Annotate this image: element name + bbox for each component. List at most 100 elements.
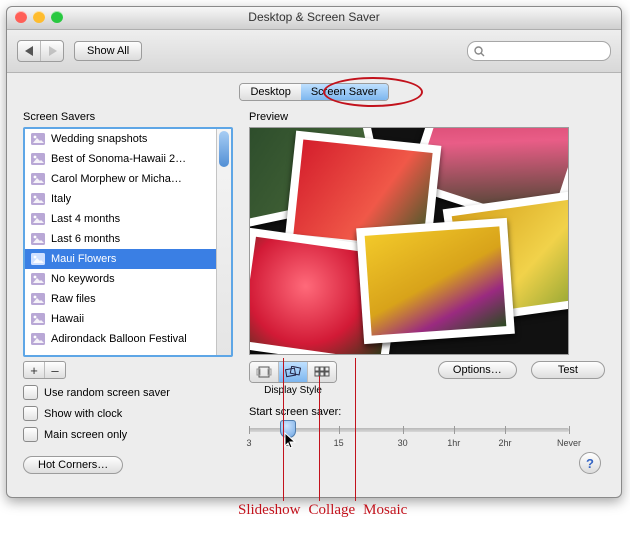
callout-labels: Slideshow Collage Mosaic [238,502,407,519]
content: Desktop Screen Saver Screen Savers Weddi… [7,73,621,486]
slider-tick-label: 3 [246,438,251,448]
list-item[interactable]: Adirondack Balloon Festival [25,329,231,349]
list-item[interactable]: Last 6 months [25,229,231,249]
slider-tick-label: Never [557,438,581,448]
mosaic-icon [314,366,330,378]
chk-main-label: Main screen only [44,429,127,441]
callout-slideshow: Slideshow [238,502,301,519]
slider-tick-label: 15 [334,438,344,448]
photo-folder-icon [31,233,45,245]
collage-icon [285,366,301,378]
callout-line [355,358,356,501]
titlebar[interactable]: Desktop & Screen Saver [7,7,621,30]
display-style-label: Display Style [249,385,337,396]
chk-random-label: Use random screen saver [44,387,170,399]
photo-folder-icon [31,153,45,165]
photo-folder-icon [31,273,45,285]
scroll-thumb[interactable] [219,131,229,167]
checkbox-icon[interactable] [23,406,38,421]
photo-folder-icon [31,173,45,185]
slider-tick [569,426,570,434]
triangle-left-icon [25,46,34,56]
list-item-label: Italy [51,193,71,205]
list-item[interactable]: Carol Morphew or Micha… [25,169,231,189]
forward-button[interactable] [41,41,63,61]
slider-tick-label: 1hr [447,438,460,448]
list-item-label: Carol Morphew or Micha… [51,173,182,185]
nav-seg [17,40,64,62]
triangle-right-icon [48,46,57,56]
search-input[interactable] [489,44,622,58]
list-item[interactable]: Maui Flowers [25,249,231,269]
tab-screensaver[interactable]: Screen Saver [301,84,388,100]
start-slider[interactable]: 3515301hr2hrNever [249,422,569,438]
list-item-label: Last 6 months [51,233,120,245]
slideshow-icon [256,366,272,378]
list-item-label: Last 4 months [51,213,120,225]
start-slider-label: Start screen saver: [249,406,605,418]
list-item[interactable]: Italy [25,189,231,209]
photo-folder-icon [31,293,45,305]
photo-folder-icon [31,333,45,345]
photo-folder-icon [31,313,45,325]
slider-tick [403,426,404,434]
help-button[interactable]: ? [579,452,601,474]
list-item-label: Hawaii [51,313,84,325]
show-all-button[interactable]: Show All [74,41,142,61]
tab-bar: Desktop Screen Saver [23,83,605,101]
callout-line [283,358,284,501]
tab-desktop[interactable]: Desktop [240,84,300,100]
checkbox-icon[interactable] [23,385,38,400]
cursor-icon [284,432,298,450]
preview-label: Preview [249,111,605,123]
display-style-group: Display Style [249,361,337,396]
search-field[interactable] [467,41,611,61]
callout-mosaic: Mosaic [363,502,407,519]
slider-tick [454,426,455,434]
photo-folder-icon [31,213,45,225]
back-button[interactable] [18,41,41,61]
slider-tick [249,426,250,434]
slider-tick [339,426,340,434]
preferences-window: Desktop & Screen Saver Show All [6,6,622,498]
list-item-label: No keywords [51,273,115,285]
slider-tick-label: 2hr [498,438,511,448]
scrollbar[interactable] [216,129,231,355]
style-mosaic-button[interactable] [308,362,336,382]
preview-area [249,127,569,355]
slider-tick-label: 30 [398,438,408,448]
style-slideshow-button[interactable] [250,362,279,382]
photo-folder-icon [31,133,45,145]
search-icon [474,46,485,57]
list-item-label: Raw files [51,293,96,305]
chk-random[interactable]: Use random screen saver [23,385,233,400]
list-item-label: Best of Sonoma-Hawaii 2… [51,153,186,165]
slider-tick [505,426,506,434]
options-button[interactable]: Options… [438,361,517,379]
list-item[interactable]: Best of Sonoma-Hawaii 2… [25,149,231,169]
screen-savers-header: Screen Savers [23,111,233,123]
checkbox-icon[interactable] [23,427,38,442]
add-remove-seg: + – [23,361,66,379]
callout-collage: Collage [309,502,356,519]
callout-line [319,376,320,501]
list-item[interactable]: Last 4 months [25,209,231,229]
screensaver-list[interactable]: Wedding snapshots Best of Sonoma-Hawaii 2… [23,127,233,357]
list-item[interactable]: Hawaii [25,309,231,329]
remove-button[interactable]: – [45,362,65,378]
window-title: Desktop & Screen Saver [7,10,621,24]
chk-clock[interactable]: Show with clock [23,406,233,421]
list-item-label: Maui Flowers [51,253,116,265]
photo-folder-icon [31,253,45,265]
hot-corners-button[interactable]: Hot Corners… [23,456,123,474]
list-item-label: Adirondack Balloon Festival [51,333,187,345]
chk-main[interactable]: Main screen only [23,427,233,442]
list-item[interactable]: Raw files [25,289,231,309]
toolbar: Show All [7,30,621,73]
test-button[interactable]: Test [531,361,605,379]
add-button[interactable]: + [24,362,45,378]
list-item-label: Wedding snapshots [51,133,147,145]
photo-folder-icon [31,193,45,205]
list-item[interactable]: Wedding snapshots [25,129,231,149]
list-item[interactable]: No keywords [25,269,231,289]
